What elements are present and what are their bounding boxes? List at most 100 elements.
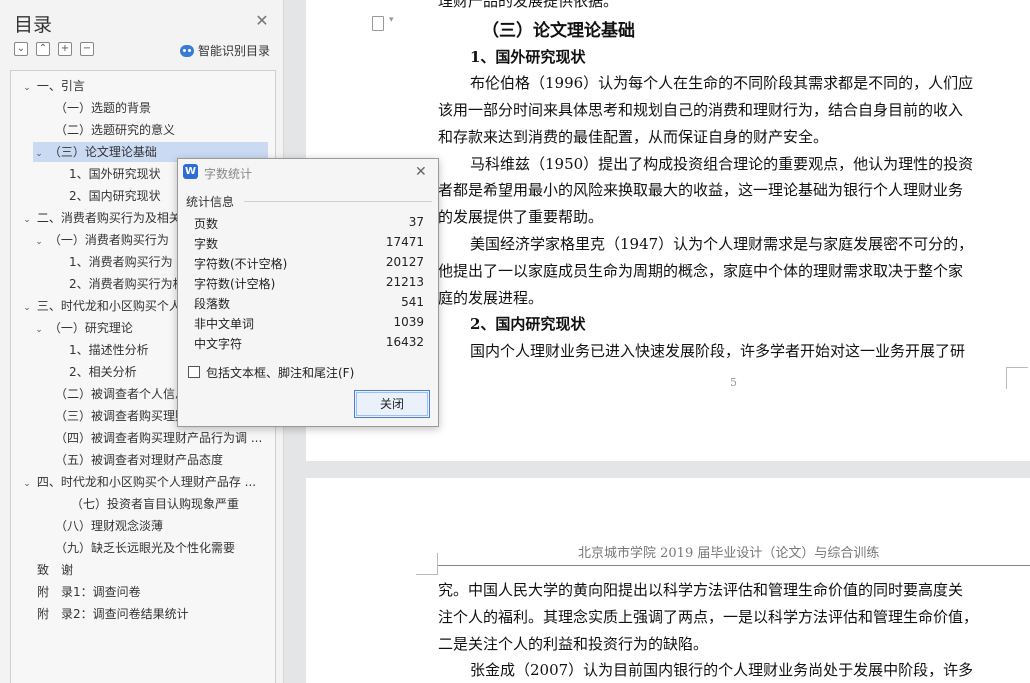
toc-item-label: 三、时代龙和小区购买个人 [36, 299, 181, 313]
stat-value: 20127 [385, 255, 424, 269]
include-textbox-footnotes-checkbox[interactable]: 包括文本框、脚注和尾注(F) [188, 365, 355, 380]
header-rule [438, 565, 1030, 566]
toc-item[interactable]: 2、相关分析 [69, 362, 137, 382]
toc-item[interactable]: 附 录1：调查问卷 [37, 582, 141, 602]
stat-label: 页数 [194, 217, 219, 231]
toc-item[interactable]: （九）缺乏长远眼光及个性化需要 [55, 538, 235, 558]
toc-item[interactable]: （八）理财观念淡薄 [55, 516, 163, 536]
stat-row-pages: 页数 37 [194, 215, 424, 233]
toc-item[interactable]: 1、消费者购买行为 [69, 252, 173, 272]
toc-item-label: 致 谢 [37, 563, 74, 577]
body-text-line: 张金成（2007）认为目前国内银行的个人理财业务尚处于发展中阶段，许多 [470, 661, 974, 679]
body-text-line: 者都是希望用最小的风险来换取最大的收益，这一理论基础为银行个人理财业务 [438, 181, 964, 199]
toc-item-label: （一）消费者购买行为 [48, 233, 169, 247]
toc-item-label: 二、消费者购买行为及相关 [36, 211, 181, 225]
body-text-line: 二是关注个人的利益和投资行为的缺陷。 [438, 635, 709, 653]
toc-item-label: 1、国外研究现状 [69, 167, 161, 181]
remove-heading-icon[interactable]: − [80, 42, 94, 56]
add-heading-icon[interactable]: + [58, 42, 72, 56]
stat-label: 段落数 [194, 297, 231, 311]
toc-item[interactable]: 1、描述性分析 [69, 340, 149, 360]
toc-item[interactable]: ⌄ 四、时代龙和小区购买个人理财产品存 ... [21, 472, 256, 492]
robot-icon [180, 44, 194, 57]
toc-item-label: （五）被调查者对理财产品态度 [55, 453, 224, 467]
toc-item-label: （二）选题研究的意义 [55, 123, 176, 137]
chevron-down-icon[interactable]: ⌄ [21, 210, 33, 230]
chevron-down-icon[interactable]: ⌄ [21, 474, 33, 494]
toc-item[interactable]: ⌄ （一）消费者购买行为 [33, 230, 169, 250]
toc-item[interactable]: （一）选题的背景 [55, 98, 151, 118]
body-text-line: 布伦伯格（1996）认为每个人在生命的不同阶段其需求都是不同的，人们应 [470, 74, 974, 92]
body-text-line: 理财产品的发展提供依据。 [438, 0, 619, 10]
toc-item-label: 一、引言 [36, 79, 85, 93]
body-text-line: 和存款来达到消费的最佳配置，从而保证自身的财产安全。 [438, 128, 829, 146]
toc-close-icon[interactable]: ✕ [254, 13, 270, 29]
chevron-down-icon[interactable]: ⌄ [33, 232, 45, 252]
stats-section-label: 统计信息 [186, 195, 235, 209]
toc-item-label: 1、描述性分析 [69, 343, 149, 357]
stat-label: 非中文单词 [194, 317, 255, 331]
smart-toc-button[interactable]: 智能识别目录 [180, 42, 270, 59]
body-text-line: 的发展提供了重要帮助。 [438, 208, 604, 226]
toc-item[interactable]: 致 谢 [37, 560, 73, 580]
chevron-down-icon[interactable]: ⌄ [33, 144, 45, 164]
toc-item[interactable]: （二）选题研究的意义 [55, 120, 175, 140]
section-divider [244, 201, 432, 202]
toc-item[interactable]: ⌄ （一）研究理论 [33, 318, 133, 338]
dialog-close-icon[interactable]: ✕ [415, 164, 427, 180]
toc-item-label: 四、时代龙和小区购买个人理财产品存 ... [36, 475, 257, 489]
page-number: 5 [730, 376, 737, 389]
toc-item[interactable]: 2、国内研究现状 [69, 186, 161, 206]
toc-item[interactable]: ⌄ 二、消费者购买行为及相关 [21, 208, 181, 228]
body-text-line: 国内个人理财业务已进入快速发展阶段，许多学者开始对这一业务开展了研 [470, 342, 966, 360]
toc-item[interactable]: 1、国外研究现状 [69, 164, 161, 184]
body-text-line: 究。中国人民大学的黄向阳提出以科学方法评估和管理生命价值的同时要高度关 [438, 581, 964, 599]
body-text-line: 美国经济学家格里克（1947）认为个人理财需求是与家庭发展密不可分的， [470, 235, 974, 253]
toc-item-label: （四）被调查者购买理财产品行为调 ... [55, 431, 263, 445]
subsection-heading: 1、国外研究现状 [470, 48, 586, 66]
collapse-all-icon[interactable]: ⌄ [14, 42, 28, 56]
chevron-down-icon[interactable]: ⌄ [21, 298, 33, 318]
expand-up-icon[interactable]: ⌃ [36, 42, 50, 56]
toc-item[interactable]: （五）被调查者对理财产品态度 [55, 450, 223, 470]
section-heading: （三）论文理论基础 [482, 21, 635, 41]
toc-item-label: （一）选题的背景 [55, 101, 152, 115]
dialog-titlebar[interactable]: W 字数统计 ✕ [178, 159, 438, 185]
toc-item[interactable]: 2、消费者购买行为相 [69, 274, 185, 294]
toc-item-label: （三）论文理论基础 [48, 145, 157, 159]
stat-value: 16432 [385, 335, 424, 349]
checkbox-label: 包括文本框、脚注和尾注(F) [206, 365, 355, 380]
toc-item[interactable]: （七）投资者盲目认购现象严重 [71, 494, 239, 514]
margin-corner-mark [416, 553, 438, 575]
toc-item-label: 1、消费者购买行为 [69, 255, 173, 269]
smart-toc-label: 智能识别目录 [198, 44, 271, 58]
toc-item-label: （三）被调查者购买理财 [55, 409, 188, 423]
chevron-down-icon[interactable]: ⌄ [33, 320, 45, 340]
toc-item-label: （二）被调查者个人信息 [55, 387, 188, 401]
toc-item[interactable]: 附 录2：调查问卷结果统计 [37, 604, 189, 624]
stat-row-chinese-chars: 中文字符 16432 [194, 335, 424, 353]
toc-item[interactable]: （二）被调查者个人信息 [55, 384, 187, 404]
toc-item[interactable]: ⌄ 三、时代龙和小区购买个人 [21, 296, 181, 316]
toc-item-label: （八）理财观念淡薄 [55, 519, 164, 533]
dialog-title: 字数统计 [204, 167, 253, 181]
checkbox-box[interactable] [188, 366, 200, 378]
stat-row-chars-with-space: 字符数(计空格) 21213 [194, 275, 424, 293]
body-text-line: 他提出了一以家庭成员生命为周期的概念，家庭中个体的理财需求取决于整个家 [438, 262, 964, 280]
page-options-icon[interactable] [372, 15, 394, 31]
toc-item-label: 2、消费者购买行为相 [69, 277, 185, 291]
stat-row-non-chinese-words: 非中文单词 1039 [194, 315, 424, 333]
stat-label: 字符数(计空格) [194, 277, 276, 291]
toc-item[interactable]: （三）被调查者购买理财 [55, 406, 187, 426]
body-text-line: 庭的发展进程。 [438, 289, 544, 307]
toc-item-label: 2、国内研究现状 [69, 189, 161, 203]
toc-item[interactable]: ⌄ 一、引言 [21, 76, 85, 96]
stat-value: 17471 [385, 235, 424, 249]
chevron-down-icon[interactable]: ⌄ [21, 78, 33, 98]
stat-label: 字数 [194, 237, 219, 251]
toc-item[interactable]: （四）被调查者购买理财产品行为调 ... [55, 428, 262, 448]
toc-item-label: 附 录1：调查问卷 [37, 585, 141, 599]
close-button[interactable]: 关闭 [354, 390, 430, 418]
wps-writer-icon: W [183, 164, 198, 179]
stat-label: 字符数(不计空格) [194, 257, 288, 271]
